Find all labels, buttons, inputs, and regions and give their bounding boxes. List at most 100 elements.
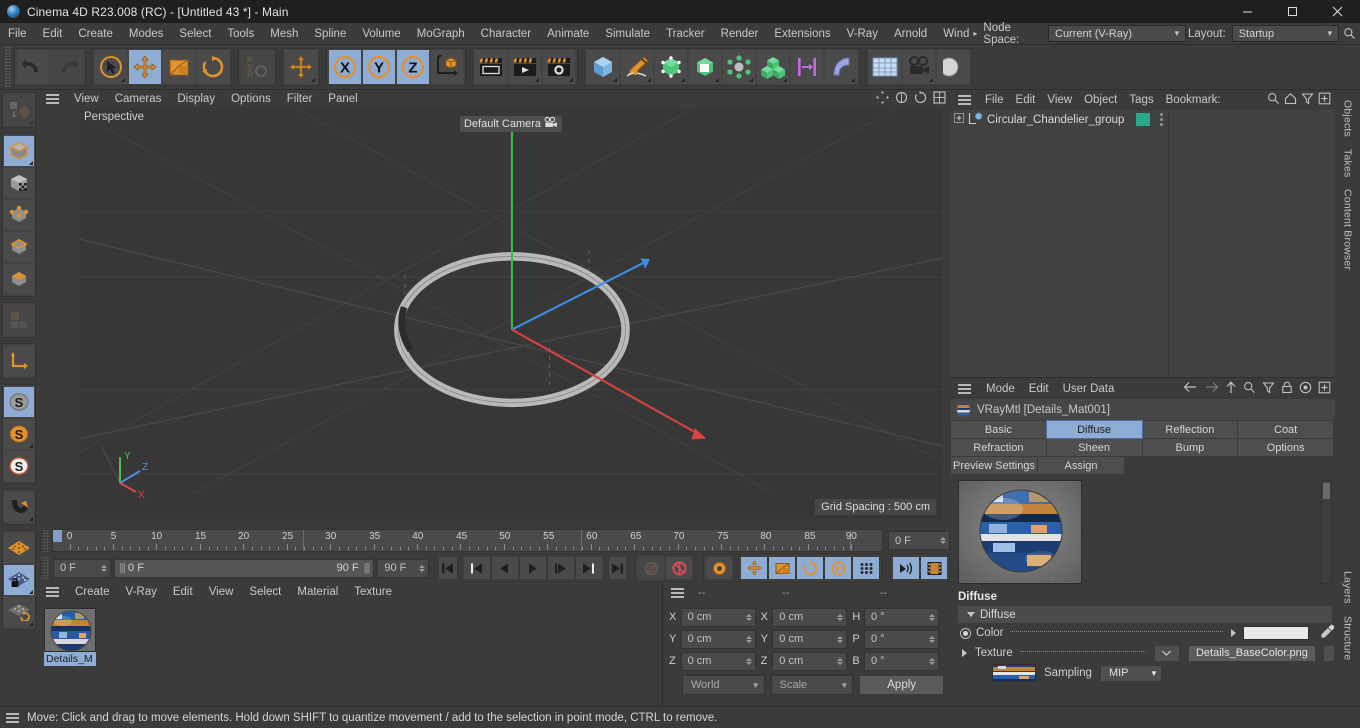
menu-create[interactable]: Create [70, 23, 121, 45]
film-strip-button[interactable] [920, 556, 948, 580]
camera-button[interactable] [903, 50, 935, 84]
primitive-cube-button[interactable] [587, 50, 619, 84]
menu-mesh[interactable]: Mesh [262, 23, 306, 45]
scene-nodes-button[interactable] [791, 50, 823, 84]
search-icon[interactable] [1267, 92, 1280, 108]
material-menu-texture[interactable]: Texture [346, 586, 400, 598]
filter-icon[interactable] [1301, 92, 1314, 108]
tab-takes[interactable]: Takes [1342, 143, 1354, 183]
material-thumbnail[interactable] [44, 608, 96, 652]
tab-diffuse[interactable]: Diffuse [1045, 420, 1143, 439]
toolbar-grip[interactable] [4, 47, 11, 87]
rot-p-field[interactable]: 0 ° [863, 629, 940, 649]
spinner-icon[interactable] [836, 657, 844, 665]
tab-bump[interactable]: Bump [1141, 438, 1239, 457]
menu-spline[interactable]: Spline [306, 23, 354, 45]
tab-reflection[interactable]: Reflection [1141, 420, 1239, 439]
back-arrow-icon[interactable] [1183, 381, 1198, 396]
menu-render[interactable]: Render [713, 23, 767, 45]
points-mode-button[interactable] [4, 200, 34, 230]
maximize-view-icon[interactable] [933, 91, 946, 107]
material-preview[interactable] [958, 480, 1082, 584]
floor-environment-button[interactable] [869, 50, 901, 84]
material-menu-view[interactable]: View [201, 586, 242, 598]
forward-arrow-icon[interactable] [1204, 381, 1219, 396]
menu-character[interactable]: Character [473, 23, 540, 45]
material-menu-create[interactable]: Create [67, 586, 118, 598]
size-x-field[interactable]: 0 cm [772, 607, 848, 627]
make-editable-button[interactable] [4, 95, 34, 125]
current-frame-field[interactable]: 0 F [53, 558, 112, 578]
tab-layers[interactable]: Layers [1342, 565, 1354, 610]
layout-select[interactable]: Startup ▼ [1231, 25, 1339, 42]
spinner-icon[interactable] [928, 613, 936, 621]
bend-deformer-button[interactable] [689, 50, 721, 84]
go-to-next-key-button[interactable] [574, 556, 603, 580]
go-to-end-button[interactable] [607, 556, 627, 580]
spinner-icon[interactable] [836, 613, 844, 621]
expand-toggle-icon[interactable] [954, 113, 964, 126]
record-active-objects-button[interactable] [637, 556, 665, 580]
timeline-playhead[interactable] [53, 530, 62, 542]
preview-range-bar[interactable]: ||| 0 F 90 F ||| [114, 558, 375, 578]
world-move-tool[interactable] [285, 50, 317, 84]
rot-h-field[interactable]: 0 ° [863, 607, 940, 627]
texture-options-button[interactable] [1323, 644, 1335, 662]
rot-b-field[interactable]: 0 ° [863, 651, 940, 671]
planar-workplane-button[interactable] [4, 597, 34, 627]
object-world-coordinates[interactable] [431, 50, 463, 84]
workplane-button[interactable] [4, 533, 34, 563]
end-frame-field[interactable]: 90 F [377, 558, 430, 578]
undo-button[interactable] [17, 50, 49, 84]
color-radio[interactable] [960, 627, 971, 639]
tab-preview-settings[interactable]: Preview Settings [950, 456, 1038, 475]
position-key-button[interactable] [740, 556, 768, 580]
eyedropper-icon[interactable] [1320, 624, 1335, 642]
scale-key-button[interactable] [768, 556, 796, 580]
render-to-picture-viewer-button[interactable] [509, 50, 541, 84]
redo-button[interactable] [51, 50, 83, 84]
spinner-icon[interactable] [939, 537, 947, 544]
viewport-menu-options[interactable]: Options [223, 93, 279, 105]
spinner-icon[interactable] [418, 564, 426, 572]
up-arrow-icon[interactable] [1225, 380, 1237, 397]
menu-file[interactable]: File [0, 23, 35, 45]
hamburger-icon[interactable] [958, 383, 971, 394]
uv-mode-button[interactable] [4, 305, 34, 335]
viewport-menu-view[interactable]: View [66, 93, 107, 105]
lock-workplane-button[interactable] [4, 565, 34, 595]
object-menu-view[interactable]: View [1041, 94, 1078, 106]
menu-mograph[interactable]: MoGraph [409, 23, 473, 45]
menu-extensions[interactable]: Extensions [766, 23, 838, 45]
object-menu-object[interactable]: Object [1078, 94, 1123, 106]
viewport-menu-panel[interactable]: Panel [320, 93, 365, 105]
texture-thumbnail[interactable] [992, 664, 1036, 682]
mograph-button[interactable] [723, 50, 755, 84]
hamburger-icon[interactable] [671, 588, 684, 598]
autokeying-button[interactable] [665, 556, 693, 580]
enable-axis-modification-button[interactable]: S [4, 387, 34, 417]
spinner-icon[interactable] [100, 564, 108, 572]
tab-sheen[interactable]: Sheen [1045, 438, 1143, 457]
spinner-icon[interactable] [928, 635, 936, 643]
lock-icon[interactable] [1281, 381, 1293, 397]
parameter-key-button[interactable]: P [824, 556, 852, 580]
minimize-button[interactable] [1225, 0, 1270, 23]
material-menu-select[interactable]: Select [241, 586, 289, 598]
add-icon[interactable] [1318, 92, 1331, 108]
chevron-right-icon[interactable] [1231, 629, 1236, 637]
viewport-menu-cameras[interactable]: Cameras [107, 93, 170, 105]
pos-y-field[interactable]: 0 cm [680, 629, 756, 649]
search-icon[interactable] [1339, 27, 1360, 40]
point-level-animation-button[interactable] [852, 556, 880, 580]
object-tree[interactable]: Circular_Chandelier_group [950, 110, 1335, 377]
live-selection-tool[interactable] [95, 50, 127, 84]
viewport-solo-hierarchy-button[interactable]: S [4, 451, 34, 481]
material-list[interactable]: Details_M [38, 602, 662, 706]
sampling-select[interactable]: MIP ▼ [1099, 664, 1162, 682]
object-menu-edit[interactable]: Edit [1010, 94, 1042, 106]
scale-tool[interactable] [163, 50, 195, 84]
coordinate-mode-select[interactable]: Scale ▼ [770, 675, 854, 695]
object-row-circular-chandelier-group[interactable]: Circular_Chandelier_group [950, 110, 1335, 129]
cloner-button[interactable] [757, 50, 789, 84]
